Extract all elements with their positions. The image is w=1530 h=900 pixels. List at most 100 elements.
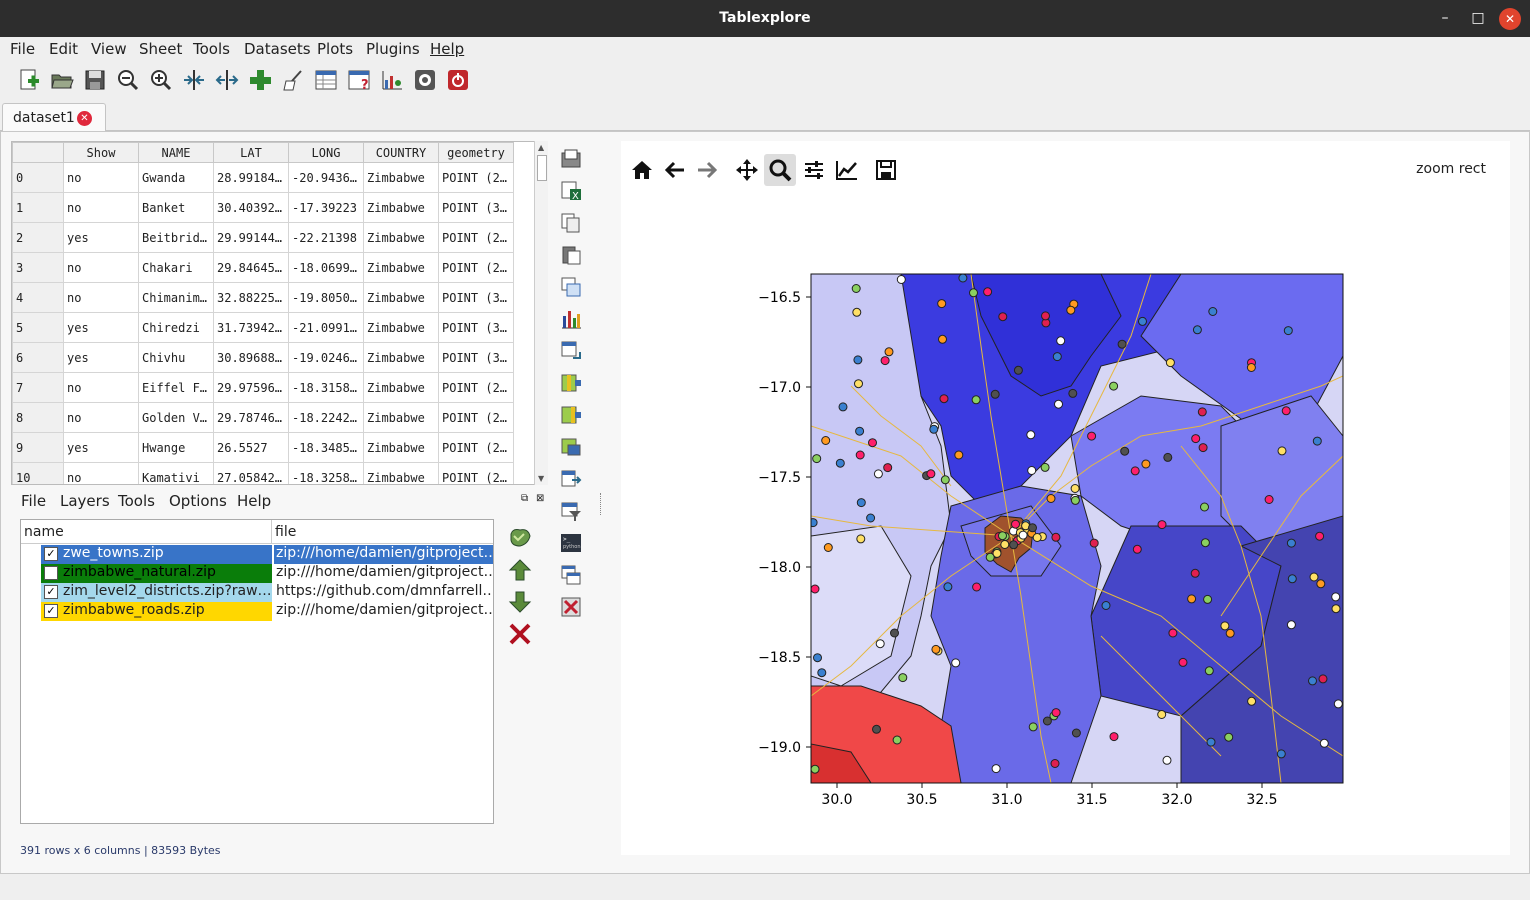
table-cell[interactable]: -19.0246…: [288, 342, 364, 373]
table-row[interactable]: 5 yes Chiredzi 31.73942… -21.0991… Zimbabwe PO…: [12, 312, 514, 343]
plot-icon[interactable]: [378, 66, 406, 94]
filter-icon[interactable]: [558, 498, 584, 524]
settings-icon[interactable]: [411, 66, 439, 94]
table-cell[interactable]: Chakari: [138, 252, 214, 283]
column-header[interactable]: COUNTRY: [363, 142, 439, 163]
scroll-down-icon[interactable]: ▼: [538, 474, 544, 483]
table-copy-icon[interactable]: [558, 274, 584, 300]
edit-axis-icon[interactable]: [831, 154, 863, 186]
layer-name[interactable]: zwe_towns.zip: [41, 545, 272, 564]
close-tab-icon[interactable]: ✕: [77, 111, 92, 126]
table-cell[interactable]: 26.5527: [213, 432, 289, 463]
table-cell[interactable]: yes: [63, 222, 139, 253]
table-cell[interactable]: no: [63, 192, 139, 223]
delete-table-icon[interactable]: [558, 594, 584, 620]
table-cell[interactable]: 29.99144…: [213, 222, 289, 253]
table-cell[interactable]: POINT (2…: [438, 222, 514, 253]
remove-layer-icon[interactable]: [507, 621, 533, 647]
menu-plugins[interactable]: Plugins: [366, 40, 420, 58]
table-cell[interactable]: -21.0991…: [288, 312, 364, 343]
layer-visibility-checkbox[interactable]: ✓: [44, 604, 58, 618]
layer-name[interactable]: zim_level2_districts.zip?raw…: [41, 583, 272, 602]
bar-chart-icon[interactable]: [558, 306, 584, 332]
row-index[interactable]: 7: [12, 372, 64, 403]
table-cell[interactable]: POINT (3…: [438, 312, 514, 343]
layer-file[interactable]: zip:///home/damien/gitproject…: [274, 564, 493, 583]
menu-help[interactable]: Help: [430, 40, 464, 58]
table-cell[interactable]: 31.73942…: [213, 312, 289, 343]
table-cell[interactable]: yes: [63, 312, 139, 343]
table-cell[interactable]: Chivhu: [138, 342, 214, 373]
table-cell[interactable]: -22.21398: [288, 222, 364, 253]
column-header[interactable]: Show: [63, 142, 139, 163]
table-row[interactable]: 6 yes Chivhu 30.89688… -19.0246… Zimbabwe POIN…: [12, 342, 514, 373]
table-cell[interactable]: yes: [63, 342, 139, 373]
layer-visibility-checkbox[interactable]: ✓: [44, 585, 58, 599]
float-panel-icon[interactable]: ⧉: [521, 493, 528, 504]
layer-row[interactable]: zimbabwe_roads.zip ✓ zip:///home/damien/gi…: [21, 602, 493, 621]
table-cell[interactable]: 30.40392…: [213, 192, 289, 223]
table-cell[interactable]: 30.89688…: [213, 342, 289, 373]
move-down-icon[interactable]: [507, 589, 533, 615]
menu-edit[interactable]: Edit: [49, 40, 78, 58]
table-cell[interactable]: Hwange: [138, 432, 214, 463]
row-index[interactable]: 9: [12, 432, 64, 463]
row-index[interactable]: 3: [12, 252, 64, 283]
open-folder-icon[interactable]: [558, 146, 584, 172]
table-cell[interactable]: POINT (2…: [438, 402, 514, 433]
increase-columns-icon[interactable]: [213, 66, 241, 94]
zoom-in-icon[interactable]: [147, 66, 175, 94]
row-index[interactable]: 10: [12, 462, 64, 484]
table-row[interactable]: 0 no Gwanda 28.99184… -20.9436… Zimbabwe POINT…: [12, 162, 514, 193]
zoom-out-icon[interactable]: [114, 66, 142, 94]
table-cell[interactable]: Chiredzi: [138, 312, 214, 343]
map-figure[interactable]: 30.0 30.5 31.0 31.5 32.0 32.5 −16.5 −17.0 −17.5…: [621, 196, 1510, 840]
table-cell[interactable]: Kamativi: [138, 462, 214, 484]
table-cell[interactable]: Zimbabwe: [363, 312, 439, 343]
table-cell[interactable]: 29.97596…: [213, 372, 289, 403]
layer-row[interactable]: zimbabwe_natural.zip zip:///home/damien/g…: [21, 564, 493, 583]
table-cell[interactable]: Zimbabwe: [363, 162, 439, 193]
menu-datasets[interactable]: Datasets: [244, 40, 311, 58]
table-row[interactable]: 10 no Kamativi 27.05842… -18.3258… Zimbabwe PO…: [12, 462, 514, 484]
table-cell[interactable]: Zimbabwe: [363, 282, 439, 313]
layer-file[interactable]: zip:///home/damien/gitproject…: [274, 602, 493, 621]
open-icon[interactable]: [48, 66, 76, 94]
row-index[interactable]: 0: [12, 162, 64, 193]
column-header[interactable]: NAME: [138, 142, 214, 163]
layer-file[interactable]: zip:///home/damien/gitproject…: [274, 545, 493, 564]
row-index[interactable]: 8: [12, 402, 64, 433]
save-icon[interactable]: [81, 66, 109, 94]
table-cell[interactable]: POINT (2…: [438, 372, 514, 403]
table-cell[interactable]: -18.3158…: [288, 372, 364, 403]
table-cell[interactable]: 29.78746…: [213, 402, 289, 433]
merge-icon[interactable]: [558, 434, 584, 460]
forward-icon[interactable]: [691, 154, 723, 186]
table-cell[interactable]: 27.05842…: [213, 462, 289, 484]
layer-visibility-checkbox[interactable]: [44, 566, 58, 580]
table-cell[interactable]: POINT (2…: [438, 162, 514, 193]
scroll-thumb[interactable]: [537, 155, 547, 181]
file-column-header[interactable]: file: [275, 524, 296, 540]
layer-name[interactable]: zimbabwe_roads.zip: [41, 602, 272, 621]
layers-menu-help[interactable]: Help: [237, 492, 271, 510]
pan-icon[interactable]: [731, 154, 763, 186]
column-header[interactable]: geometry: [438, 142, 514, 163]
layer-file[interactable]: https://github.com/dmnfarrell…: [274, 583, 493, 602]
tab-dataset1[interactable]: dataset1 ✕: [2, 103, 106, 132]
layers-menu-options[interactable]: Options: [169, 492, 227, 510]
layer-row[interactable]: zwe_towns.zip ✓ zip:///home/damien/gitproj…: [21, 545, 493, 564]
home-icon[interactable]: [626, 154, 658, 186]
zoom-icon[interactable]: [764, 154, 796, 186]
layer-style-icon[interactable]: [507, 525, 533, 551]
table-cell[interactable]: 32.88225…: [213, 282, 289, 313]
layer-visibility-checkbox[interactable]: ✓: [44, 547, 58, 561]
configure-icon[interactable]: [798, 154, 830, 186]
table-cell[interactable]: POINT (3…: [438, 192, 514, 223]
table-cell[interactable]: no: [63, 402, 139, 433]
table-cell[interactable]: yes: [63, 432, 139, 463]
table-cell[interactable]: -18.3258…: [288, 462, 364, 484]
scroll-up-icon[interactable]: ▲: [538, 143, 544, 152]
row-index[interactable]: 4: [12, 282, 64, 313]
back-icon[interactable]: [659, 154, 691, 186]
